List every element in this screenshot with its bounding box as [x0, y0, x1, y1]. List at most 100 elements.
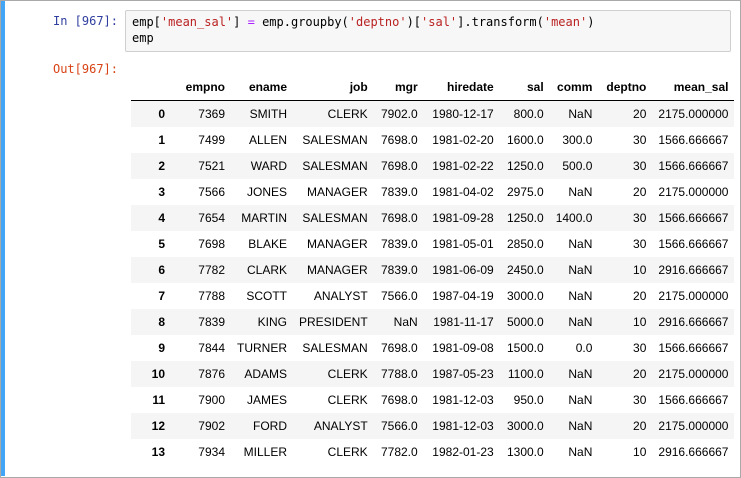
table-cell: 7839.0 [380, 237, 418, 251]
table-cell: 20 [633, 419, 647, 433]
table-cell: 30 [633, 211, 647, 225]
table-cell: 7654 [198, 211, 225, 225]
row-index: 4 [158, 211, 165, 225]
table-cell: 10 [633, 445, 647, 459]
table-cell: NaN [568, 419, 593, 433]
table-cell: TURNER [237, 341, 287, 355]
table-cell: 1250.0 [506, 159, 544, 173]
column-header: ename [231, 73, 293, 101]
row-index: 1 [158, 133, 165, 147]
table-cell: 20 [633, 367, 647, 381]
table-cell: ANALYST [313, 419, 368, 433]
table-cell: SCOTT [246, 289, 287, 303]
table-cell: 1566.666667 [658, 211, 729, 225]
table-cell: 30 [633, 237, 647, 251]
table-cell: 30 [633, 133, 647, 147]
table-cell: NaN [568, 367, 593, 381]
table-cell: CLERK [327, 445, 368, 459]
table-cell: BLAKE [248, 237, 287, 251]
table-row: 5 7698 BLAKE MANAGER 7839.0 1981-05-01 2850.0 N… [131, 231, 734, 257]
code-token: )[ [406, 15, 422, 29]
table-cell: 2916.666667 [658, 315, 729, 329]
table-row: 7 7788 SCOTT ANALYST 7566.0 1987-04-19 3000.0 N… [131, 283, 734, 309]
table-cell: 1500.0 [506, 341, 544, 355]
table-cell: 7900 [198, 393, 225, 407]
table-cell: 7698.0 [380, 159, 418, 173]
table-cell: 7782 [198, 263, 225, 277]
table-cell: WARD [250, 159, 287, 173]
code-line-1: emp['mean_sal'] = emp.groupby('deptno')[… [132, 14, 730, 30]
table-cell: MANAGER [307, 263, 368, 277]
table-cell: 7369 [198, 107, 225, 121]
code-string: 'sal' [421, 15, 458, 29]
table-cell: 1100.0 [507, 367, 544, 381]
table-cell: 1981-12-03 [432, 419, 494, 433]
output-prompt: Out[967]: [52, 62, 118, 76]
table-cell: 800.0 [513, 107, 544, 121]
column-header: deptno [598, 73, 653, 101]
table-cell: 950.0 [513, 393, 544, 407]
column-header: mgr [373, 73, 424, 101]
table-cell: KING [257, 315, 287, 329]
table-cell: 2175.000000 [658, 289, 729, 303]
table-cell: 2850.0 [506, 237, 544, 251]
code-token: ) [587, 15, 595, 29]
table-row: 2 7521 WARD SALESMAN 7698.0 1981-02-22 1250.0 5… [131, 153, 735, 179]
table-cell: 1980-12-17 [432, 107, 494, 121]
table-cell: 1982-01-23 [432, 445, 494, 459]
table-cell: 1987-04-19 [432, 289, 494, 303]
code-token: ] [233, 15, 248, 29]
table-cell: 2975.0 [506, 185, 544, 199]
table-cell: 10 [633, 263, 647, 277]
table-cell: 300.0 [562, 133, 593, 147]
table-cell: 1981-02-20 [432, 133, 494, 147]
code-operator: = [247, 15, 255, 29]
table-cell: 5000.0 [506, 315, 544, 329]
table-cell: CLERK [327, 393, 368, 407]
row-index: 8 [158, 315, 165, 329]
code-token: ].transform( [457, 15, 544, 29]
table-cell: 2916.666667 [658, 445, 729, 459]
code-line-2: emp [132, 31, 154, 45]
table-cell: 7788.0 [380, 367, 418, 381]
index-header [131, 73, 175, 101]
table-cell: 7698.0 [380, 133, 418, 147]
table-cell: 7698 [198, 237, 225, 251]
table-cell: NaN [393, 315, 418, 329]
table-row: 4 7654 MARTIN SALESMAN 7698.0 1981-09-28 1250.… [131, 205, 735, 231]
row-index: 5 [158, 237, 165, 251]
row-index: 2 [158, 159, 165, 173]
table-cell: 7876 [198, 367, 225, 381]
table-cell: JAMES [246, 393, 287, 407]
table-cell: 1981-06-09 [432, 263, 494, 277]
table-body: 0 7369 SMITH CLERK 7902.0 1980-12-17 800.0 NaN 2… [131, 100, 735, 466]
table-cell: NaN [568, 315, 593, 329]
code-editor[interactable]: emp['mean_sal'] = emp.groupby('deptno')[… [125, 10, 731, 52]
table-cell: 7521 [198, 159, 225, 173]
table-cell: ADAMS [244, 367, 287, 381]
table-cell: 7566.0 [380, 419, 418, 433]
column-header: mean_sal [652, 73, 735, 101]
table-cell: 1981-12-03 [432, 393, 494, 407]
table-cell: 1600.0 [506, 133, 544, 147]
table-cell: 1981-09-08 [432, 341, 494, 355]
row-index: 10 [151, 367, 165, 381]
table-row: 6 7782 CLARK MANAGER 7839.0 1981-06-09 2450.0 N… [131, 257, 735, 283]
table-cell: 7844 [198, 341, 225, 355]
table-cell: 2175.000000 [658, 419, 729, 433]
table-cell: SALESMAN [302, 159, 368, 173]
table-cell: 1566.666667 [658, 393, 729, 407]
column-header: sal [499, 73, 550, 101]
column-header: comm [549, 73, 599, 101]
table-cell: 1566.666667 [658, 237, 729, 251]
table-cell: 1566.666667 [658, 159, 729, 173]
table-cell: 10 [633, 315, 647, 329]
table-cell: 30 [633, 393, 647, 407]
row-index: 11 [152, 393, 165, 407]
code-string: 'mean' [543, 15, 588, 29]
table-cell: 1566.666667 [658, 341, 729, 355]
table-cell: 500.0 [562, 159, 593, 173]
table-cell: 7698.0 [380, 211, 418, 225]
table-cell: MANAGER [307, 237, 368, 251]
column-header: hiredate [423, 73, 500, 101]
